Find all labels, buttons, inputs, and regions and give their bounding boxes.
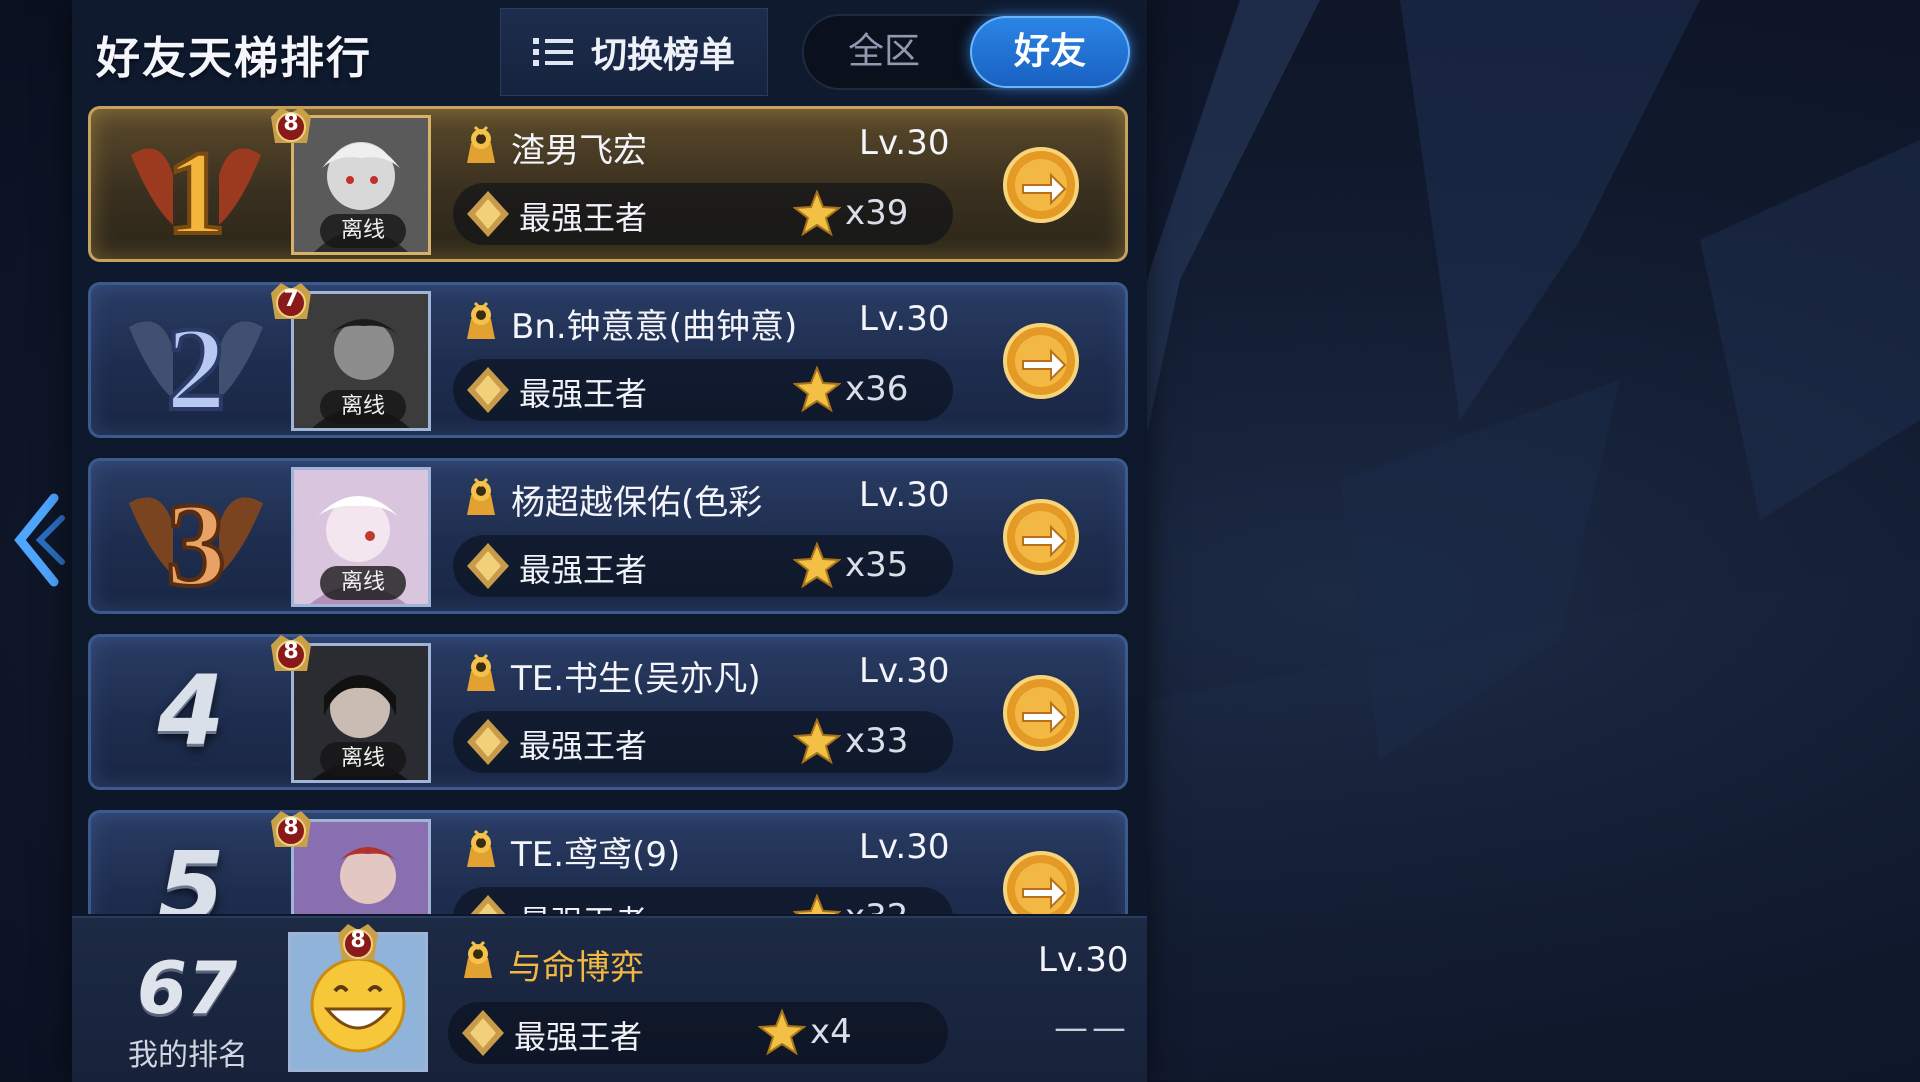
avatar[interactable]: 离线 [291, 467, 431, 607]
player-name: 杨超越保佑(色彩 [511, 483, 763, 523]
status-badge: 离线 [320, 566, 406, 600]
tab-friends[interactable]: 好友 [970, 16, 1130, 88]
challenge-icon[interactable] [1001, 145, 1081, 225]
page-title: 好友天梯排行 [96, 33, 372, 84]
switch-board-button[interactable]: 切换榜单 [500, 8, 768, 96]
tier-badge-icon: 7 [267, 279, 315, 327]
rank-info: 最强王者 x32 [453, 887, 953, 914]
tier-badge-icon: 8 [334, 920, 382, 968]
my-ranking-row: 67 我的排名 8 与命博弈 Lv.30 最强王者 x4 —— [72, 916, 1147, 1082]
ranking-row[interactable]: 1 离线 8 渣男飞宏 Lv.30 最强王者 x39 [88, 106, 1128, 262]
tab-all-server[interactable]: 全区 [804, 16, 964, 88]
star-icon [793, 541, 841, 589]
rank-title: 最强王者 [519, 727, 648, 765]
my-player-name: 与命博弈 [508, 948, 644, 988]
rank-3-badge-icon: 3 [129, 476, 263, 607]
king-rank-icon [462, 1010, 504, 1056]
king-rank-icon [467, 543, 509, 589]
svg-text:3: 3 [166, 478, 226, 607]
tier-badge-icon: 8 [267, 104, 315, 151]
tier-number: 7 [283, 287, 299, 312]
rank-title: 最强王者 [519, 375, 648, 413]
status-badge: 离线 [320, 214, 406, 248]
my-extra-value: —— [1054, 1008, 1130, 1048]
ranking-row[interactable]: 4 离线 8 TE.书生(吴亦凡) Lv.30 最强王者 x33 [88, 634, 1128, 790]
player-name: Bn.钟意意(曲钟意) [511, 307, 798, 347]
tier-number: 8 [283, 111, 299, 136]
player-name: TE.书生(吴亦凡) [511, 659, 761, 699]
player-level: Lv.30 [859, 827, 950, 867]
star-icon [793, 189, 841, 237]
star-count: x4 [810, 1012, 852, 1052]
player-emblem-icon [467, 301, 495, 339]
leaderboard-panel: 好友天梯排行 切换榜单 全区 好友 1 离线 8 渣男飞宏 Lv.30 最强王者… [72, 0, 1147, 1082]
king-rank-icon [467, 191, 509, 237]
my-level: Lv.30 [1038, 940, 1129, 980]
ranking-row[interactable]: 2 离线 7 Bn.钟意意(曲钟意) Lv.30 最强王者 x36 [88, 282, 1128, 438]
rank-title: 最强王者 [519, 897, 647, 914]
challenge-icon[interactable] [1001, 849, 1081, 914]
player-level: Lv.30 [859, 299, 950, 339]
status-badge: 离线 [320, 742, 406, 776]
star-count: x32 [845, 897, 908, 914]
my-rank-info: 最强王者 x4 [448, 1002, 948, 1064]
status-badge: 离线 [320, 390, 406, 424]
player-level: Lv.30 [859, 123, 950, 163]
king-rank-icon [467, 367, 509, 413]
tier-badge-icon: 8 [267, 807, 315, 855]
player-level: Lv.30 [859, 651, 950, 691]
rank-2-badge-icon: 2 [129, 300, 263, 431]
player-level: Lv.30 [859, 475, 950, 515]
star-icon [793, 365, 841, 413]
star-icon [758, 1008, 806, 1056]
scope-toggle: 全区 好友 [802, 14, 1132, 90]
rank-info: 最强王者 x39 [453, 183, 953, 245]
rank-1-badge-icon: 1 [131, 124, 261, 255]
star-count: x33 [845, 721, 909, 761]
rank-title: 最强王者 [519, 551, 648, 589]
star-count: x35 [845, 545, 909, 585]
my-rank-label: 我的排名 [128, 1038, 248, 1073]
list-icon [532, 38, 573, 66]
switch-board-label: 切换榜单 [590, 35, 735, 76]
ranking-row[interactable]: 5 8 TE.鸢鸢(9) Lv.30 [88, 810, 1128, 914]
player-emblem-icon [467, 125, 495, 163]
star-count: x36 [845, 369, 909, 409]
king-rank-icon [470, 895, 506, 914]
challenge-icon[interactable] [1001, 321, 1081, 401]
star-count: x39 [845, 193, 909, 233]
svg-text:2: 2 [166, 302, 226, 431]
player-emblem-icon [467, 477, 495, 515]
rank-title: 最强王者 [519, 199, 648, 237]
rank-title: 最强王者 [514, 1018, 643, 1056]
tier-number: 8 [283, 639, 299, 664]
player-emblem-icon [464, 940, 492, 978]
back-arrow-icon[interactable] [10, 490, 66, 590]
ranking-list[interactable]: 1 离线 8 渣男飞宏 Lv.30 最强王者 x39 2 离线 7 Bn.钟意意… [72, 104, 1147, 914]
rank-number: 4 [157, 655, 225, 767]
rank-number: 5 [157, 831, 225, 914]
my-rank-number: 67 [136, 946, 238, 1030]
rank-info: 最强王者 x36 [453, 359, 953, 421]
rank-info: 最强王者 x33 [453, 711, 953, 773]
player-emblem-icon [467, 829, 495, 867]
tier-number: 8 [283, 815, 299, 840]
star-icon [793, 717, 841, 765]
ranking-row[interactable]: 3 离线 杨超越保佑(色彩 Lv.30 最强王者 x35 [88, 458, 1128, 614]
svg-text:1: 1 [166, 126, 226, 255]
player-emblem-icon [467, 653, 495, 691]
challenge-icon[interactable] [1001, 497, 1081, 577]
tier-badge-icon: 8 [267, 631, 315, 679]
challenge-icon[interactable] [1001, 673, 1081, 753]
player-name: TE.鸢鸢(9) [511, 835, 681, 875]
header: 好友天梯排行 切换榜单 全区 好友 [72, 0, 1147, 100]
player-name: 渣男飞宏 [511, 131, 647, 171]
rank-info: 最强王者 x35 [453, 535, 953, 597]
star-icon [793, 893, 841, 914]
king-rank-icon [467, 719, 509, 765]
tier-number: 8 [350, 928, 366, 953]
